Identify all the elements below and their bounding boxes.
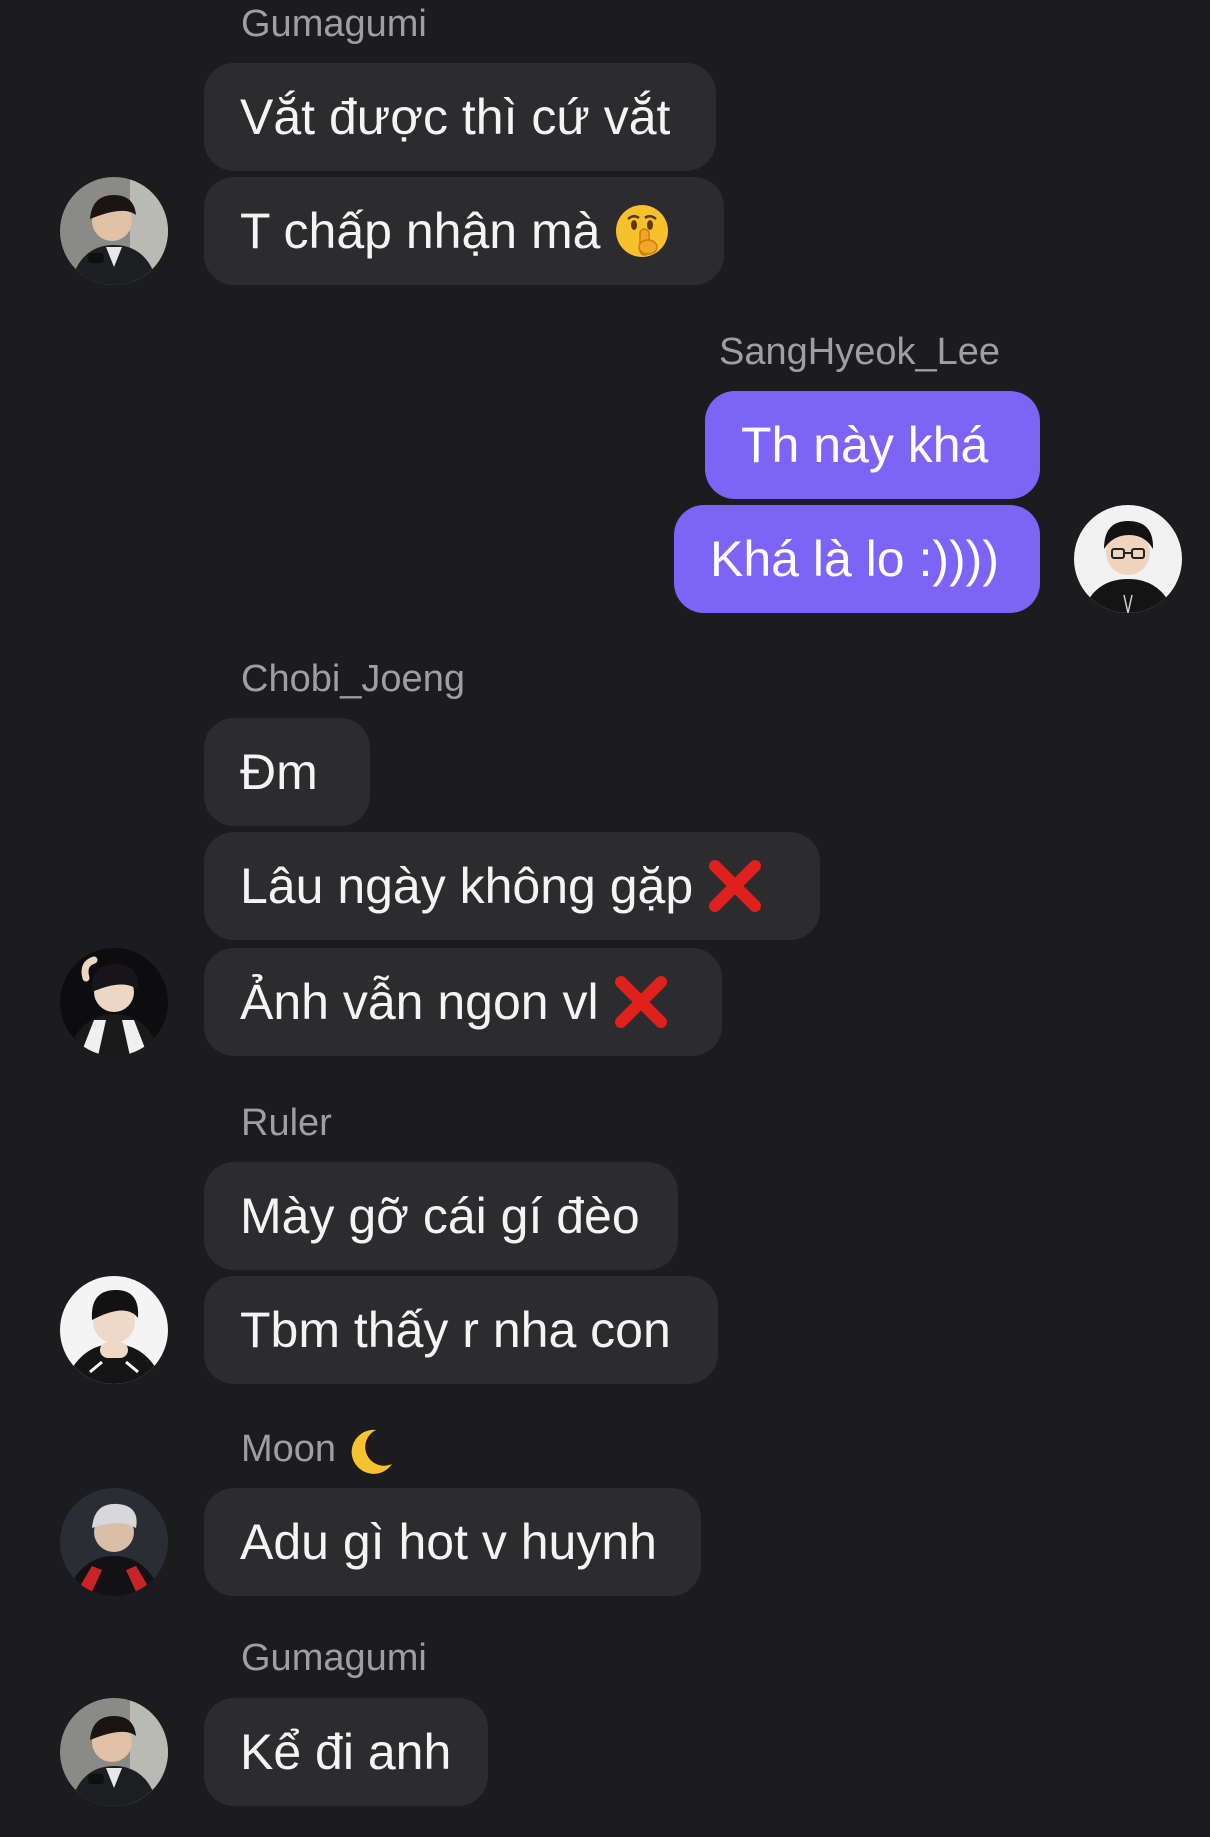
message-text: Lâu ngày không gặp xyxy=(240,858,694,914)
message-text: Đm xyxy=(240,744,318,800)
message-text: Adu gì hot v huynh xyxy=(240,1514,657,1570)
message-bubble[interactable]: Kể đi anh xyxy=(204,1698,488,1806)
message-text: Kể đi anh xyxy=(240,1724,452,1780)
message-text: Ảnh vẫn ngon vl xyxy=(240,974,599,1030)
message-bubble[interactable]: Khá là lo :)))) xyxy=(674,505,1040,613)
message-text: T chấp nhận mà xyxy=(240,203,601,259)
avatar[interactable] xyxy=(1074,505,1182,613)
avatar[interactable] xyxy=(60,948,168,1056)
message-bubble[interactable]: Th này khá xyxy=(705,391,1040,499)
message-text: Khá là lo :)))) xyxy=(710,531,999,587)
message-bubble[interactable]: Ảnh vẫn ngon vl xyxy=(204,948,722,1056)
sender-name: Moon xyxy=(241,1425,396,1476)
sender-name: SangHyeok_Lee xyxy=(719,331,1000,373)
message-bubble[interactable]: T chấp nhận mà xyxy=(204,177,724,285)
shushing-face-icon xyxy=(614,203,670,259)
message-bubble[interactable]: Mày gỡ cái gí đèo xyxy=(204,1162,678,1270)
sender-name: Chobi_Joeng xyxy=(241,658,465,700)
message-text: Tbm thấy r nha con xyxy=(240,1302,671,1358)
sender-name: Gumagumi xyxy=(241,3,427,45)
message-text: Vắt được thì cứ vắt xyxy=(240,89,671,145)
message-bubble[interactable]: Adu gì hot v huynh xyxy=(204,1488,701,1596)
cross-mark-icon xyxy=(707,858,763,914)
sender-name: Ruler xyxy=(241,1102,332,1144)
avatar[interactable] xyxy=(60,177,168,285)
message-text: Mày gỡ cái gí đèo xyxy=(240,1188,640,1244)
message-text: Th này khá xyxy=(741,417,989,473)
message-bubble[interactable]: Đm xyxy=(204,718,370,826)
cross-mark-icon xyxy=(613,974,669,1030)
avatar[interactable] xyxy=(60,1276,168,1384)
message-bubble[interactable]: Lâu ngày không gặp xyxy=(204,832,820,940)
sender-name: Gumagumi xyxy=(241,1637,427,1679)
crescent-moon-icon xyxy=(346,1426,396,1476)
sender-name-text: Moon xyxy=(241,1428,337,1470)
message-bubble[interactable]: Tbm thấy r nha con xyxy=(204,1276,718,1384)
avatar[interactable] xyxy=(60,1698,168,1806)
message-bubble[interactable]: Vắt được thì cứ vắt xyxy=(204,63,716,171)
avatar[interactable] xyxy=(60,1488,168,1596)
